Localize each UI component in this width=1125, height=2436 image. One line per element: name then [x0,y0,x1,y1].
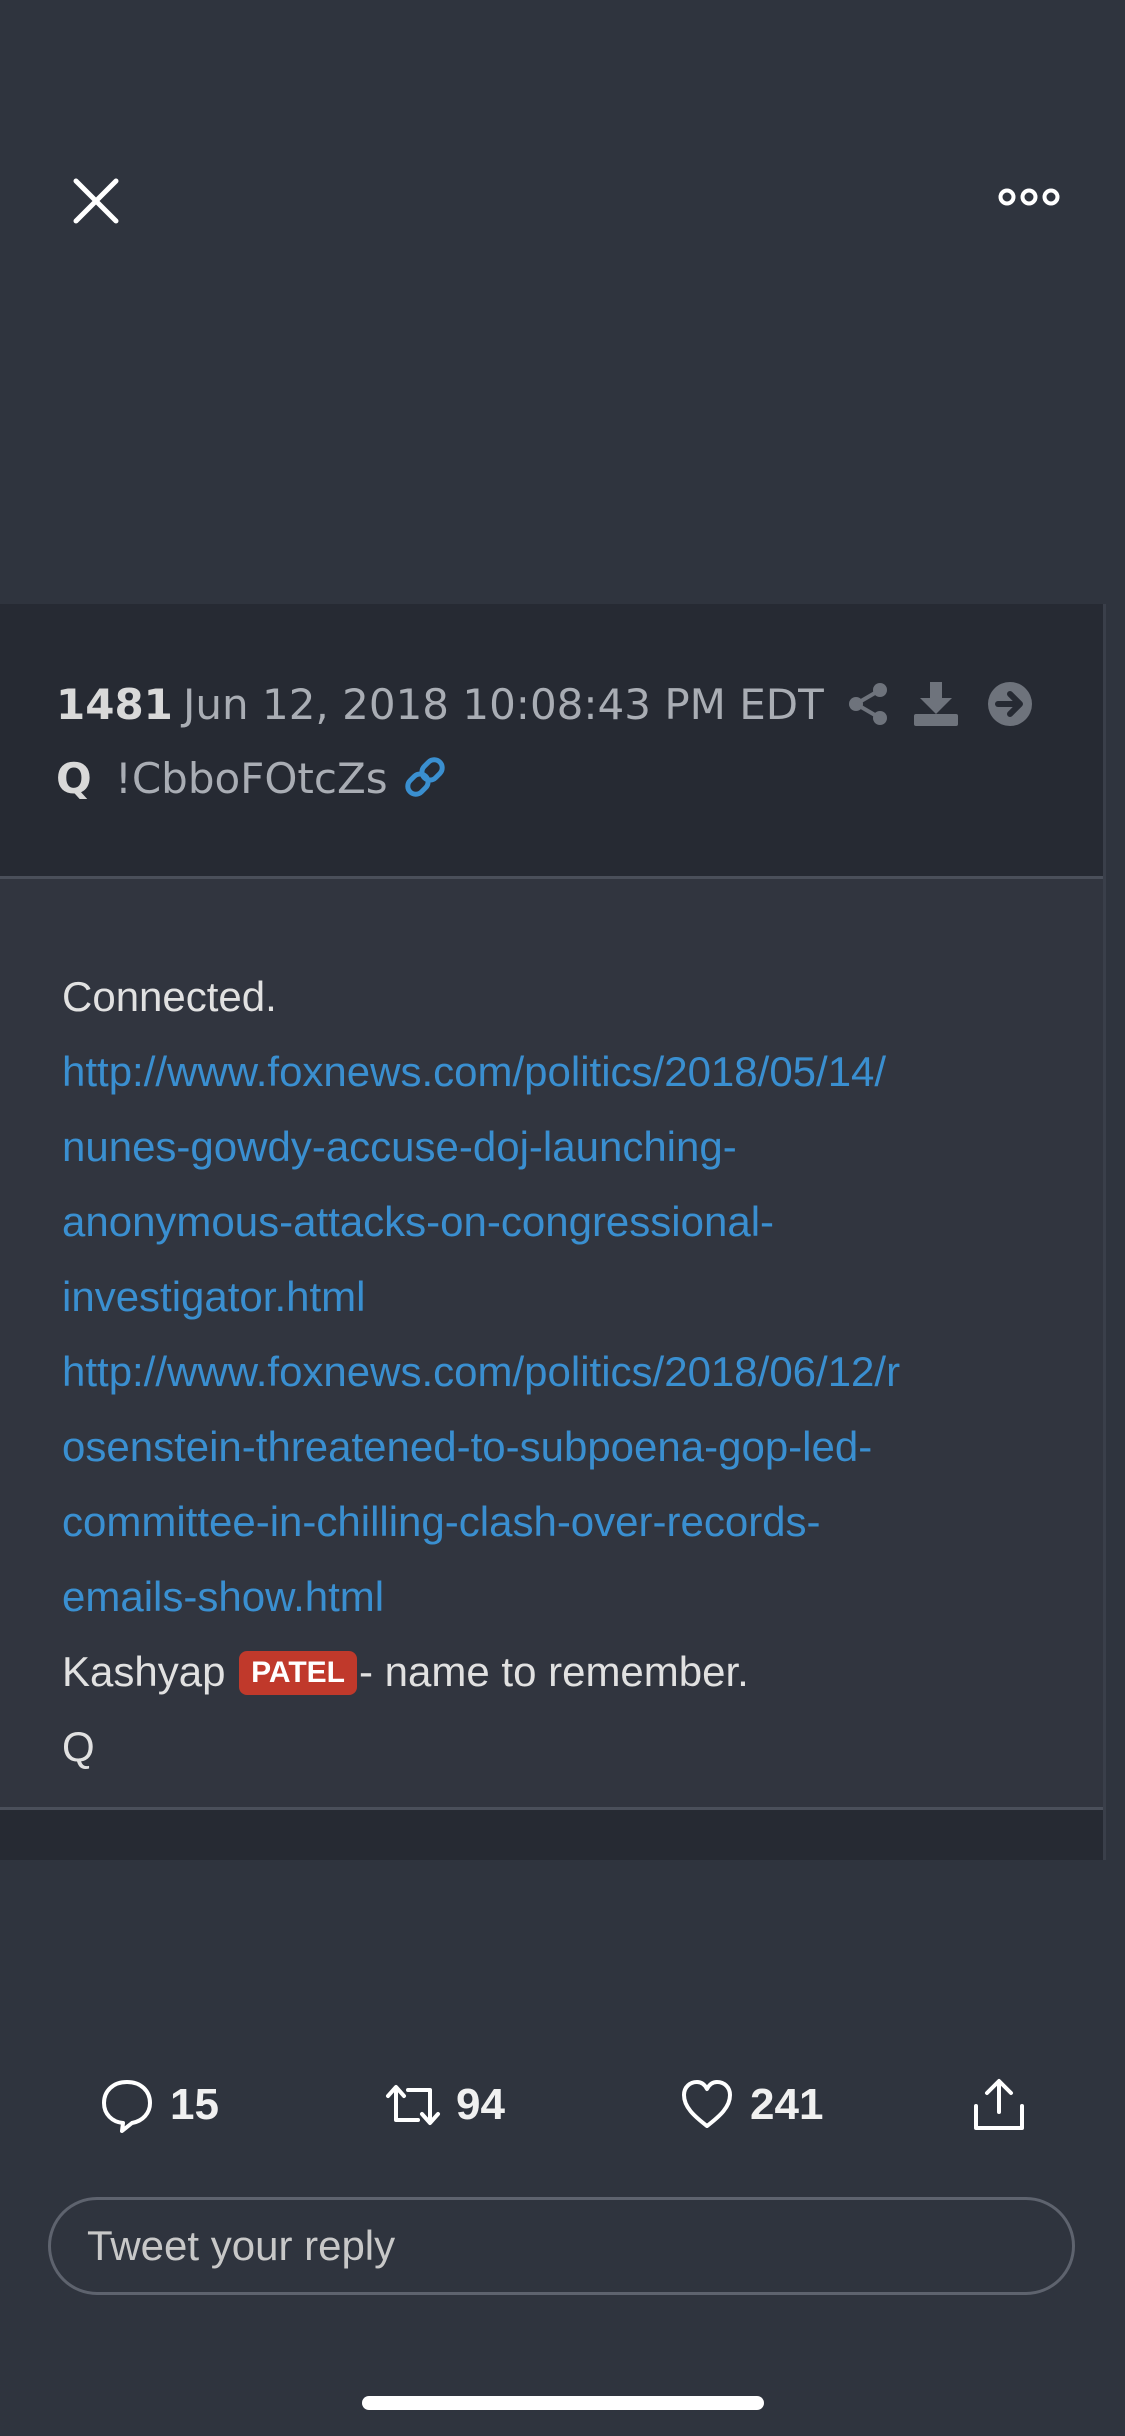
reply-placeholder: Tweet your reply [87,2222,396,2269]
post-text-segment: Kashyap [62,1648,238,1695]
post-text-line: Kashyap PATEL - name to remember. [62,1634,1062,1709]
share-tweet-button[interactable] [970,2070,1028,2140]
name-tag: PATEL [239,1651,358,1695]
post-text: Connected. http://www.foxnews.com/politi… [62,959,1062,1784]
home-indicator [362,2396,764,2410]
heart-icon [682,2080,732,2128]
post-link-2[interactable]: emails-show.html [62,1559,1062,1634]
post-header-actions [846,678,1036,728]
post-author: Q [56,754,92,803]
post-body: Connected. http://www.foxnews.com/politi… [0,876,1105,1810]
post-number: 1481 [56,680,173,729]
post-header: 1481 Jun 12, 2018 10:08:43 PM EDT Q !Cbb… [0,604,1105,876]
close-icon [73,178,119,224]
post-link-1[interactable]: investigator.html [62,1259,1062,1334]
arrow-right-circle-icon[interactable] [986,680,1034,728]
post-link-1[interactable]: anonymous-attacks-on-congressional- [62,1184,1062,1259]
link-icon[interactable] [400,752,450,802]
post-text-segment: - name to remember. [359,1648,749,1695]
retweet-button[interactable]: 94 [384,2070,505,2140]
close-button[interactable] [70,175,122,227]
retweet-icon [386,2085,440,2125]
share-icon[interactable] [846,682,890,726]
reply-count: 15 [170,2080,219,2129]
post-date: Jun 12, 2018 10:08:43 PM EDT [183,680,824,729]
like-button[interactable]: 241 [678,2070,823,2140]
share-upload-icon [974,2079,1024,2130]
post-text-line: Connected. [62,973,277,1020]
post-link-2[interactable]: osenstein-threatened-to-subpoena-gop-led… [62,1409,1062,1484]
like-count: 241 [750,2080,824,2129]
post-link-2[interactable]: http://www.foxnews.com/politics/2018/06/… [62,1334,1062,1409]
download-icon[interactable] [912,680,960,728]
tweet-actions: 15 94 241 [0,2070,1125,2150]
post-signature: Q [62,1723,95,1770]
reply-input[interactable]: Tweet your reply [48,2197,1075,2295]
post-link-1[interactable]: nunes-gowdy-accuse-doj-launching- [62,1109,1062,1184]
card-edge [1103,604,1106,1860]
post-card: 1481 Jun 12, 2018 10:08:43 PM EDT Q !Cbb… [0,604,1105,1860]
reply-icon [102,2080,152,2133]
more-icon [998,188,1060,206]
post-link-1[interactable]: http://www.foxnews.com/politics/2018/05/… [62,1034,1062,1109]
retweet-count: 94 [456,2080,505,2129]
post-link-2[interactable]: committee-in-chilling-clash-over-records… [62,1484,1062,1559]
top-bar [0,0,1125,600]
reply-button[interactable]: 15 [98,2070,219,2140]
post-tripcode: !CbboFOtcZs [115,754,388,803]
more-options-button[interactable] [998,182,1060,212]
